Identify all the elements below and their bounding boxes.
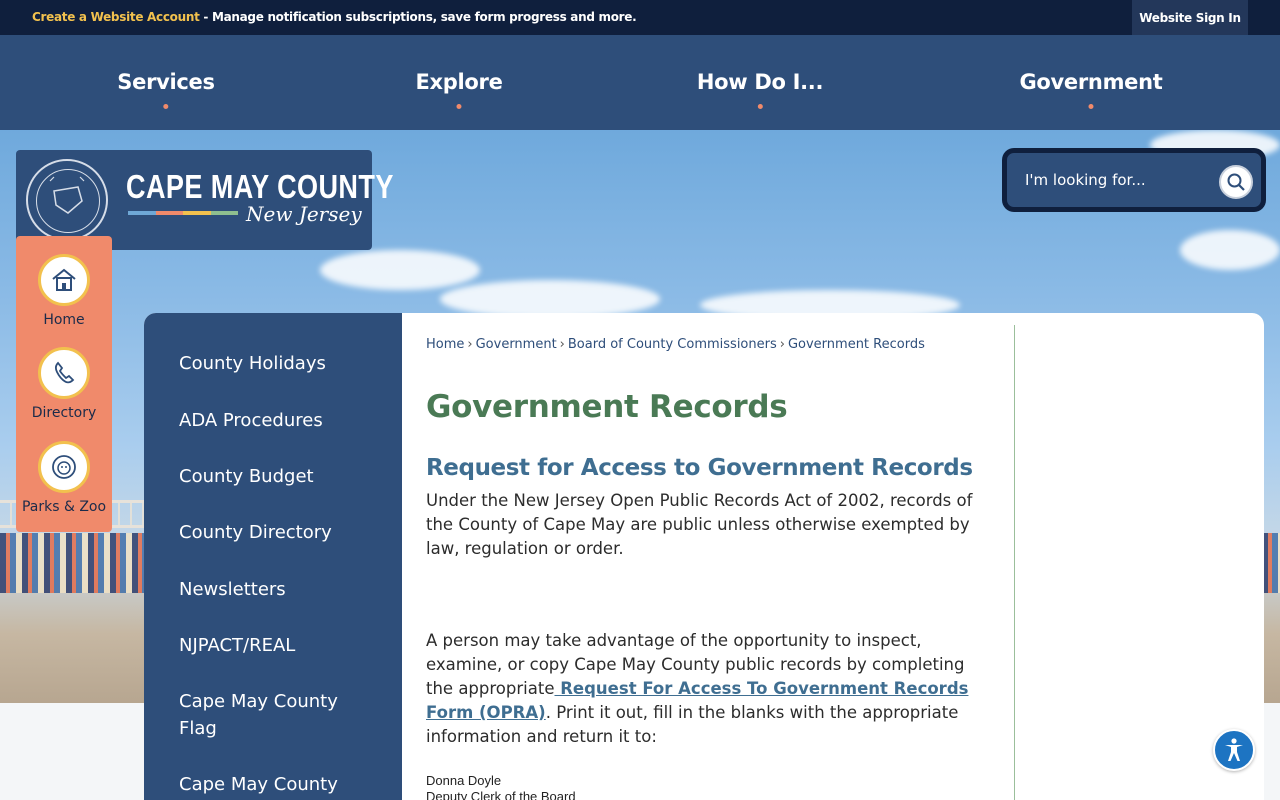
utility-bar: Create a Website Account - Manage notifi… <box>0 0 1280 35</box>
nav-how-do-i[interactable]: How Do I... <box>697 70 823 109</box>
site-search <box>1004 150 1264 210</box>
sidebar-item-county-directory[interactable]: County Directory <box>179 519 379 546</box>
quick-links: Home Directory Parks & Zoo <box>16 236 112 532</box>
accessibility-icon[interactable] <box>1213 729 1255 771</box>
account-message-text: - Manage notification subscriptions, sav… <box>199 10 637 24</box>
breadcrumb-government[interactable]: Government <box>476 337 557 352</box>
sidebar-item-ada-procedures[interactable]: ADA Procedures <box>179 407 379 434</box>
nav-label: How Do I... <box>696 70 824 94</box>
breadcrumb: Home › Government › Board of County Commissi… <box>426 337 925 352</box>
content-card: County Holidays ADA Procedures County Bu… <box>144 313 1264 800</box>
intro-paragraph: Under the New Jersey Open Public Records… <box>426 491 973 558</box>
sidebar-item-cape-may-county[interactable]: Cape May County <box>179 771 379 798</box>
lion-icon <box>38 441 90 493</box>
nav-label: Services <box>117 70 215 94</box>
breadcrumb-current[interactable]: Government Records <box>788 337 925 352</box>
breadcrumb-board-of-commissioners[interactable]: Board of County Commissioners <box>568 337 777 352</box>
nav-government[interactable]: Government <box>1019 70 1163 109</box>
contact-title: Deputy Clerk of the Board <box>426 789 576 800</box>
nav-services[interactable]: Services <box>117 70 215 109</box>
search-icon[interactable] <box>1219 165 1253 199</box>
nav-dot <box>456 104 462 109</box>
quick-link-label: Home <box>43 312 85 328</box>
nav-label: Explore <box>415 70 503 94</box>
sidebar-item-county-budget[interactable]: County Budget <box>179 463 379 490</box>
logo-color-stripe <box>128 211 238 215</box>
county-seal-icon <box>26 159 108 241</box>
search-input[interactable] <box>1013 158 1213 202</box>
contact-name: Donna Doyle <box>426 773 502 788</box>
beach-crowd <box>0 533 160 593</box>
logo-subtitle: New Jersey <box>246 202 362 226</box>
create-account-link[interactable]: Create a Website Account <box>32 10 200 24</box>
side-navigation: County Holidays ADA Procedures County Bu… <box>144 313 402 800</box>
section-heading: Request for Access to Government Records <box>426 455 973 481</box>
breadcrumb-separator: › <box>559 337 565 352</box>
column-divider <box>1014 325 1015 800</box>
quick-link-parks-zoo[interactable]: Parks & Zoo <box>16 441 112 515</box>
house-icon <box>38 254 90 306</box>
nav-dot <box>163 104 169 109</box>
logo-title: CAPE MAY COUNTY <box>126 168 394 205</box>
beach-crowd <box>1262 533 1280 593</box>
quick-link-label: Directory <box>31 405 97 421</box>
county-logo[interactable]: CAPE MAY COUNTY New Jersey <box>16 150 393 250</box>
stripe-segment <box>210 211 238 215</box>
sidebar-item-newsletters[interactable]: Newsletters <box>179 576 379 603</box>
main-navigation: Services Explore How Do I... Government <box>0 35 1280 130</box>
breadcrumb-separator: › <box>467 337 473 352</box>
contact-address: Donna Doyle Deputy Clerk of the Board <box>426 773 576 800</box>
account-message: Create a Website Account - Manage notifi… <box>32 10 637 24</box>
instructions-paragraph: A person may take advantage of the oppor… <box>426 629 986 749</box>
breadcrumb-home[interactable]: Home <box>426 337 464 352</box>
cloud <box>1180 230 1280 270</box>
stripe-segment <box>155 211 183 215</box>
phone-icon <box>38 347 90 399</box>
quick-link-label: Parks & Zoo <box>21 499 107 515</box>
stripe-segment <box>128 211 156 215</box>
sidebar-item-county-flag[interactable]: Cape May County Flag <box>179 688 359 742</box>
sidebar-item-county-holidays[interactable]: County Holidays <box>179 350 379 377</box>
sidebar-item-njpact-real[interactable]: NJPACT/REAL <box>179 632 379 659</box>
quick-link-home[interactable]: Home <box>16 254 112 328</box>
nav-dot <box>757 104 763 109</box>
nav-label: Government <box>1019 70 1163 94</box>
nav-explore[interactable]: Explore <box>415 70 503 109</box>
quick-link-directory[interactable]: Directory <box>16 347 112 421</box>
page-title: Government Records <box>426 389 788 425</box>
sign-in-button[interactable]: Website Sign In <box>1132 0 1248 35</box>
breadcrumb-separator: › <box>779 337 785 352</box>
stripe-segment <box>183 211 211 215</box>
cloud <box>320 250 480 290</box>
nav-dot <box>1088 104 1094 109</box>
